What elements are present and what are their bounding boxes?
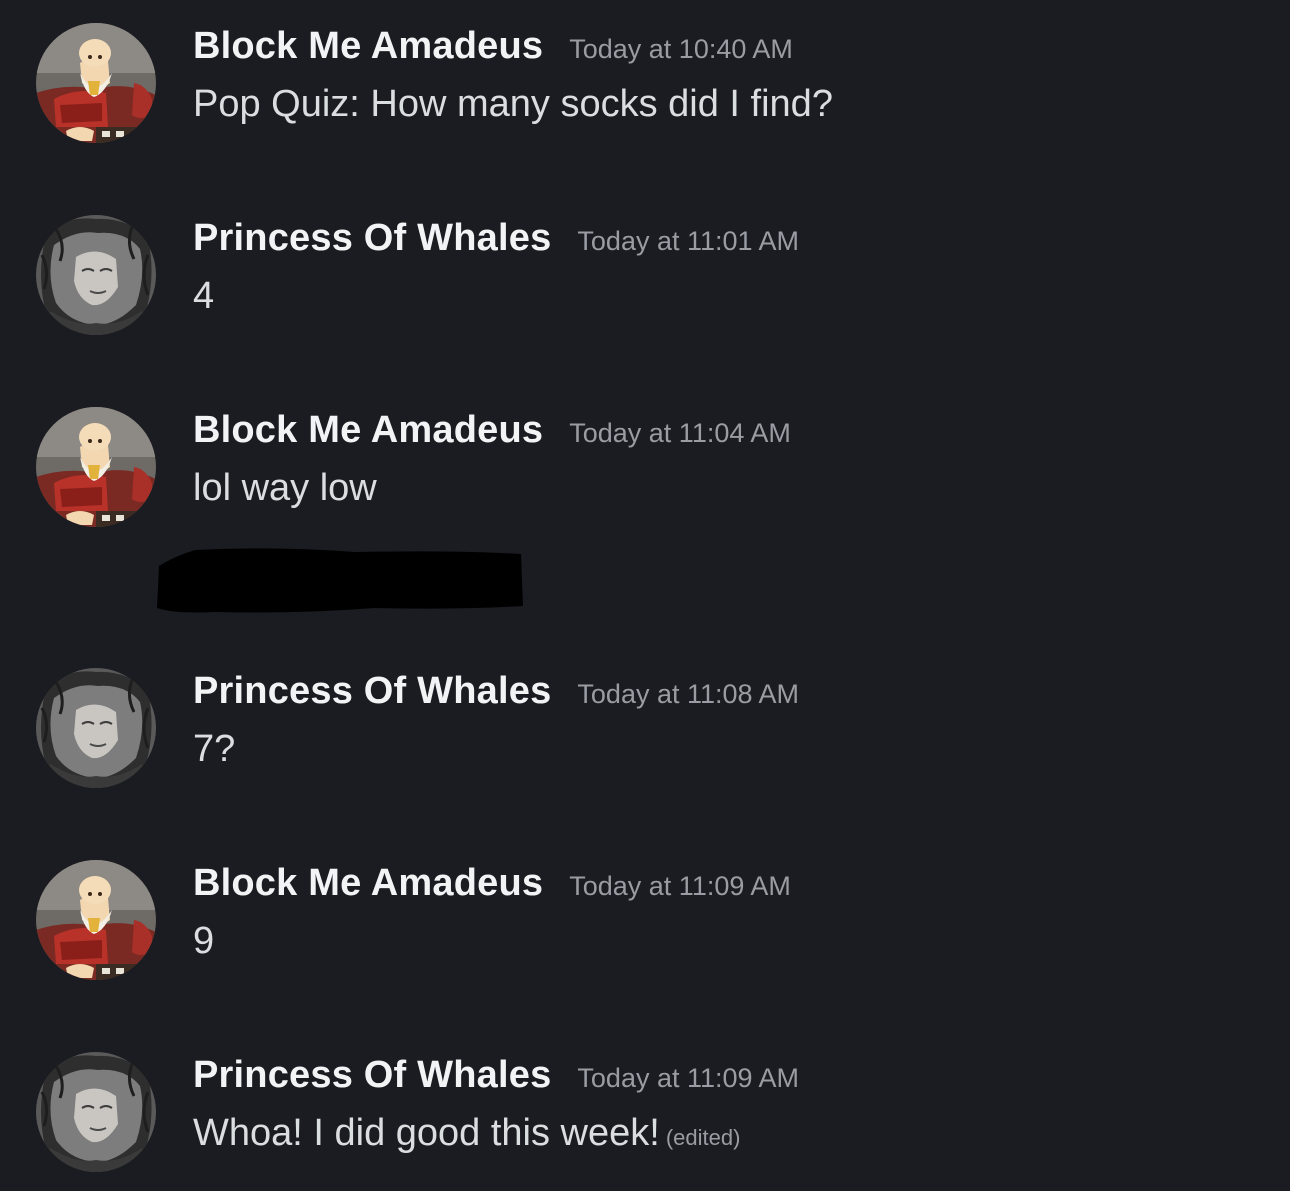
- message-text: 4: [193, 275, 215, 317]
- message-header: Princess Of Whales Today at 11:08 AM: [193, 670, 799, 713]
- message-header: Block Me Amadeus Today at 11:04 AM: [193, 409, 791, 452]
- timestamp: Today at 11:08 AM: [577, 679, 800, 709]
- old-man-cartoon-avatar-icon: [36, 23, 156, 143]
- user-avatar[interactable]: [36, 668, 156, 788]
- user-avatar[interactable]: [36, 860, 156, 980]
- message-header: Block Me Amadeus Today at 11:09 AM: [193, 862, 791, 905]
- message-header: Princess Of Whales Today at 11:01 AM: [193, 217, 799, 260]
- message-text: Pop Quiz: How many socks did I find?: [193, 83, 833, 125]
- username[interactable]: Princess Of Whales: [193, 1054, 551, 1097]
- timestamp: Today at 10:40 AM: [569, 34, 793, 64]
- timestamp: Today at 11:09 AM: [577, 1063, 800, 1093]
- grayscale-portrait-avatar-icon: [36, 668, 156, 788]
- old-man-cartoon-avatar-icon: [36, 860, 156, 980]
- message-text: 7?: [193, 728, 236, 770]
- edited-label: (edited): [665, 1125, 741, 1150]
- user-avatar[interactable]: [36, 1052, 156, 1172]
- timestamp: Today at 11:09 AM: [569, 871, 791, 901]
- message-list: Block Me Amadeus Today at 10:40 AM Pop Q…: [0, 0, 1290, 1191]
- message-text: 9: [193, 920, 215, 962]
- timestamp: Today at 11:01 AM: [577, 226, 800, 256]
- grayscale-portrait-avatar-icon: [36, 215, 156, 335]
- message-text-body: Whoa! I did good this week!: [193, 1112, 660, 1154]
- message-header: Princess Of Whales Today at 11:09 AM: [193, 1054, 799, 1097]
- old-man-cartoon-avatar-icon: [36, 407, 156, 527]
- redaction-mark: [155, 548, 525, 616]
- username[interactable]: Block Me Amadeus: [193, 25, 543, 68]
- message-text: lol way low: [193, 467, 377, 509]
- user-avatar[interactable]: [36, 407, 156, 527]
- timestamp: Today at 11:04 AM: [569, 418, 791, 448]
- username[interactable]: Princess Of Whales: [193, 670, 551, 713]
- username[interactable]: Block Me Amadeus: [193, 409, 543, 452]
- user-avatar[interactable]: [36, 23, 156, 143]
- username[interactable]: Princess Of Whales: [193, 217, 551, 260]
- message-text: Whoa! I did good this week! (edited): [193, 1112, 740, 1155]
- grayscale-portrait-avatar-icon: [36, 1052, 156, 1172]
- message-header: Block Me Amadeus Today at 10:40 AM: [193, 25, 793, 68]
- user-avatar[interactable]: [36, 215, 156, 335]
- username[interactable]: Block Me Amadeus: [193, 862, 543, 905]
